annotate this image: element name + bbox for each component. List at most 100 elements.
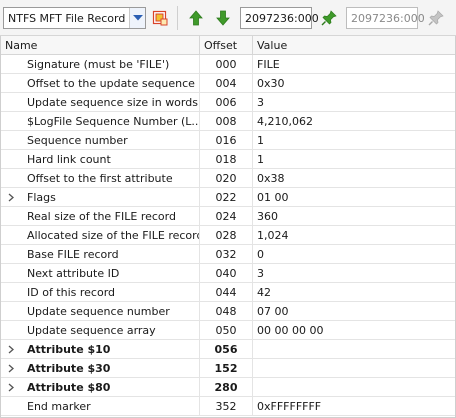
row-value[interactable]: 0x38 — [253, 169, 455, 187]
row-name-text: Attribute $30 — [27, 361, 111, 375]
table-row[interactable]: $LogFile Sequence Number (L... 008 4,210,0… — [1, 112, 455, 131]
row-value[interactable]: 42 — [253, 283, 455, 301]
template-select[interactable]: NTFS MFT File Record — [3, 7, 146, 29]
row-name: Update sequence number — [1, 302, 200, 320]
row-offset: 352 — [200, 397, 253, 415]
table-row[interactable]: Signature (must be 'FILE') 000 FILE — [1, 55, 455, 74]
table-row[interactable]: Base FILE record 032 0 — [1, 245, 455, 264]
table-row[interactable]: Update sequence size in words 006 3 — [1, 93, 455, 112]
row-name-text: Hard link count — [27, 152, 111, 166]
chevron-right-icon[interactable] — [7, 345, 15, 354]
row-offset: 020 — [200, 169, 253, 187]
pin-icon[interactable] — [318, 7, 340, 29]
row-name-text: Signature (must be 'FILE') — [27, 57, 170, 71]
table-row[interactable]: Attribute $10 056 — [1, 340, 455, 359]
row-offset: 152 — [200, 359, 253, 377]
row-offset: 032 — [200, 245, 253, 263]
table-row[interactable]: Offset to the update sequence 004 0x30 — [1, 74, 455, 93]
row-value[interactable]: 0xFFFFFFFF — [253, 397, 455, 415]
row-name: Next attribute ID — [1, 264, 200, 282]
row-name-text: Update sequence size in words — [27, 95, 198, 109]
row-name-text: Update sequence number — [27, 304, 170, 318]
row-name: $LogFile Sequence Number (L... — [1, 112, 200, 130]
row-name-text: Attribute $80 — [27, 380, 111, 394]
table-row[interactable]: End marker 352 0xFFFFFFFF — [1, 397, 455, 416]
row-value[interactable]: 1 — [253, 131, 455, 149]
row-value[interactable]: 4,210,062 — [253, 112, 455, 130]
row-offset: 008 — [200, 112, 253, 130]
row-value[interactable] — [253, 340, 455, 358]
row-value[interactable]: 0 — [253, 245, 455, 263]
table-row[interactable]: Update sequence array 050 00 00 00 00 — [1, 321, 455, 340]
row-value[interactable]: 07 00 — [253, 302, 455, 320]
arrow-up-icon[interactable] — [185, 7, 207, 29]
row-name: End marker — [1, 397, 200, 415]
row-offset: 004 — [200, 74, 253, 92]
row-name: Sequence number — [1, 131, 200, 149]
row-value[interactable]: FILE — [253, 55, 455, 73]
address-from-field[interactable]: 2097236:000 — [240, 7, 319, 29]
row-value[interactable] — [253, 359, 455, 377]
row-value[interactable] — [253, 378, 455, 396]
column-header-value[interactable]: Value — [253, 36, 455, 54]
row-name: Attribute $10 — [1, 340, 200, 358]
row-offset: 028 — [200, 226, 253, 244]
row-name-text: End marker — [27, 399, 91, 413]
row-value[interactable]: 1,024 — [253, 226, 455, 244]
table-row[interactable]: Next attribute ID 040 3 — [1, 264, 455, 283]
table-row[interactable]: Attribute $80 280 — [1, 378, 455, 397]
table-row[interactable]: ID of this record 044 42 — [1, 283, 455, 302]
row-name: Update sequence size in words — [1, 93, 200, 111]
table-row[interactable]: Real size of the FILE record 024 360 — [1, 207, 455, 226]
row-offset: 056 — [200, 340, 253, 358]
row-name: Attribute $30 — [1, 359, 200, 377]
grid-header: Name Offset Value — [1, 36, 455, 55]
column-header-name[interactable]: Name — [1, 36, 200, 54]
row-offset: 006 — [200, 93, 253, 111]
template-select-value: NTFS MFT File Record — [8, 11, 126, 25]
chevron-right-icon[interactable] — [7, 193, 15, 202]
row-value[interactable]: 3 — [253, 93, 455, 111]
row-name: Allocated size of the FILE record — [1, 226, 200, 244]
row-value[interactable]: 0x30 — [253, 74, 455, 92]
chevron-right-icon[interactable] — [7, 364, 15, 373]
chevron-down-icon[interactable] — [129, 8, 145, 28]
table-row[interactable]: Flags 022 01 00 — [1, 188, 455, 207]
arrow-down-icon[interactable] — [212, 7, 234, 29]
table-row[interactable]: Offset to the first attribute 020 0x38 — [1, 169, 455, 188]
row-name-text: Offset to the update sequence — [27, 76, 195, 90]
row-name: Base FILE record — [1, 245, 200, 263]
row-name-text: Next attribute ID — [27, 266, 120, 280]
row-offset: 024 — [200, 207, 253, 225]
row-offset: 050 — [200, 321, 253, 339]
row-name: Hard link count — [1, 150, 200, 168]
table-row[interactable]: Attribute $30 152 — [1, 359, 455, 378]
row-value[interactable]: 1 — [253, 150, 455, 168]
table-row[interactable]: Update sequence number 048 07 00 — [1, 302, 455, 321]
table-row[interactable]: Sequence number 016 1 — [1, 131, 455, 150]
row-value[interactable]: 00 00 00 00 — [253, 321, 455, 339]
row-offset: 048 — [200, 302, 253, 320]
row-name-text: Allocated size of the FILE record — [27, 228, 200, 242]
chevron-right-icon[interactable] — [7, 383, 15, 392]
column-header-offset[interactable]: Offset — [200, 36, 253, 54]
table-row[interactable]: Hard link count 018 1 — [1, 150, 455, 169]
row-name: ID of this record — [1, 283, 200, 301]
template-editor-icon[interactable] — [149, 7, 171, 29]
toolbar-separator — [177, 6, 178, 30]
address-to-field[interactable]: 2097236:000 — [346, 7, 425, 29]
row-name: Update sequence array — [1, 321, 200, 339]
pin-disabled-icon[interactable] — [425, 7, 447, 29]
table-row[interactable]: Allocated size of the FILE record 028 1,02… — [1, 226, 455, 245]
row-name: Offset to the update sequence — [1, 74, 200, 92]
row-value[interactable]: 01 00 — [253, 188, 455, 206]
row-name: Offset to the first attribute — [1, 169, 200, 187]
row-name-text: Offset to the first attribute — [27, 171, 173, 185]
row-name-text: Base FILE record — [27, 247, 119, 261]
row-offset: 018 — [200, 150, 253, 168]
row-value[interactable]: 360 — [253, 207, 455, 225]
row-offset: 280 — [200, 378, 253, 396]
row-offset: 040 — [200, 264, 253, 282]
row-name-text: ID of this record — [27, 285, 116, 299]
row-value[interactable]: 3 — [253, 264, 455, 282]
